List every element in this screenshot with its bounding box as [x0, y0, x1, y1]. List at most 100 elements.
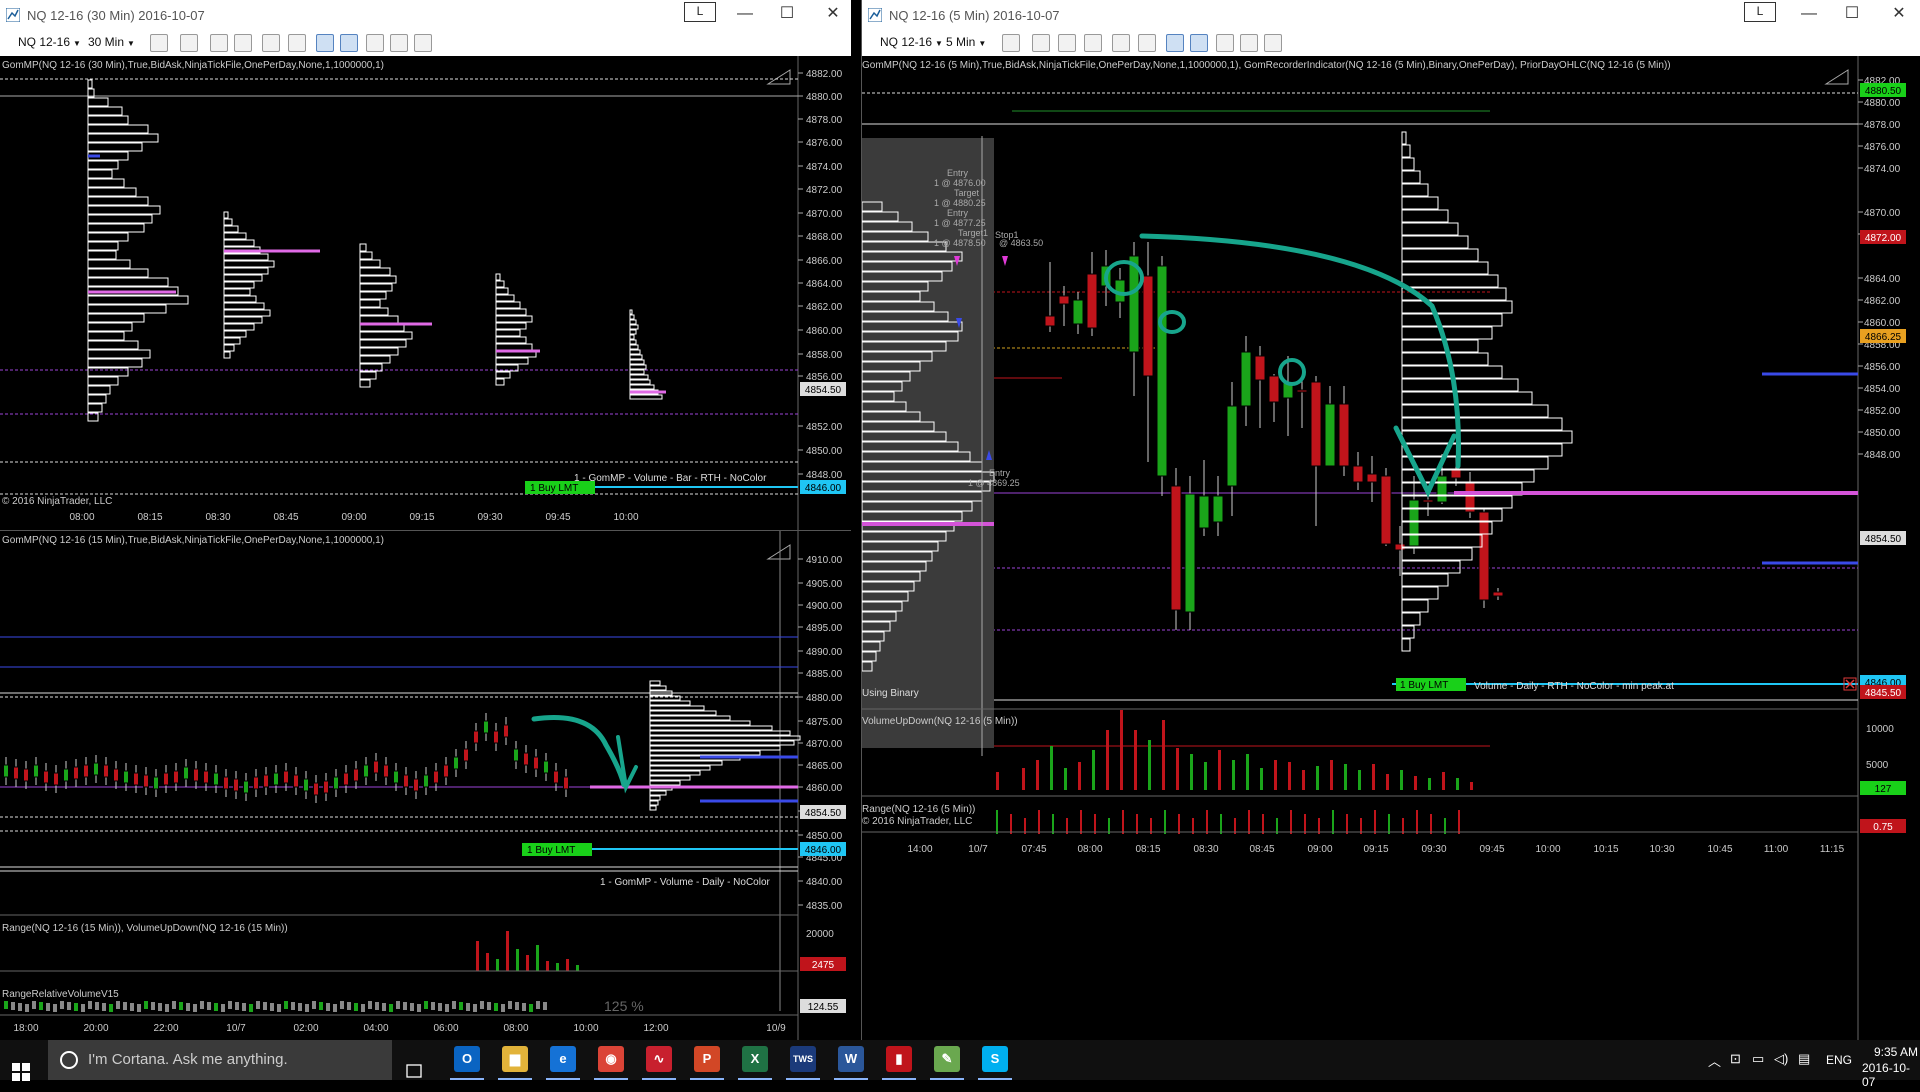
taskbar-app-excel-icon[interactable]: X: [742, 1046, 768, 1072]
chart-canvas-15min[interactable]: GomMP(NQ 12-16 (15 Min),True,BidAsk,Ninj…: [0, 531, 851, 1041]
clock-time[interactable]: 9:35 AM: [1874, 1045, 1918, 1059]
candle: [1058, 295, 1070, 305]
chart-canvas-30min[interactable]: GomMP(NQ 12-16 (30 Min),True,BidAsk,Ninj…: [0, 56, 851, 535]
eraser-icon[interactable]: [1084, 34, 1102, 52]
maximize-icon[interactable]: ☐: [1837, 3, 1867, 25]
minimize-icon[interactable]: —: [730, 3, 760, 25]
price-axis-label: 4870.00: [806, 209, 843, 220]
cursor-icon[interactable]: [1112, 34, 1130, 52]
title-bar[interactable]: NQ 12-16 (30 Min) 2016-10-07 L — ☐ ✕: [0, 0, 851, 30]
chart-area-30min[interactable]: GomMP(NQ 12-16 (30 Min),True,BidAsk,Ninj…: [0, 56, 851, 535]
price-axis-label: 4848.00: [806, 470, 843, 481]
template-icon[interactable]: [1216, 34, 1234, 52]
range-bar: [1374, 810, 1376, 834]
drawing-tool-icon[interactable]: [180, 34, 198, 52]
properties-icon[interactable]: [390, 34, 408, 52]
taskbar-app-file-explorer-icon[interactable]: ▆: [502, 1046, 528, 1072]
zoom-icon[interactable]: [1138, 34, 1156, 52]
drawing-tool-icon[interactable]: [1032, 34, 1050, 52]
taskbar-app-ninjatrader-icon[interactable]: ∿: [646, 1046, 672, 1072]
price-axis-label: 4882.00: [806, 69, 843, 80]
chart-toolbar: NQ 12-16 ▼ 30 Min ▼: [0, 30, 851, 57]
indicators-icon[interactable]: [1166, 34, 1184, 52]
chart-canvas-5min[interactable]: GomMP(NQ 12-16 (5 Min),True,BidAsk,Ninja…: [862, 56, 1920, 1040]
volume-profile-0930-row: [495, 336, 527, 344]
volume-profile-1000-row: [629, 354, 643, 360]
cursor-icon[interactable]: [262, 34, 280, 52]
taskbar-app-outlook-icon[interactable]: O: [454, 1046, 480, 1072]
brush-icon[interactable]: [1058, 34, 1076, 52]
candle: [413, 778, 419, 792]
task-view-icon[interactable]: [404, 1052, 424, 1092]
relvol-bar: [88, 1001, 92, 1009]
battery-icon[interactable]: ▭: [1752, 1051, 1764, 1067]
language-indicator[interactable]: ENG: [1826, 1053, 1852, 1067]
chart-area-5min[interactable]: GomMP(NQ 12-16 (5 Min),True,BidAsk,Ninja…: [862, 56, 1920, 1040]
volume-profile-0930-row: [495, 315, 533, 323]
volume-profile-0800-row: [87, 124, 149, 134]
taskbar-app-tws-icon[interactable]: TWS: [790, 1046, 816, 1072]
time-axis-label: 09:45: [1479, 844, 1504, 855]
system-tray: ︿ ⊡ ▭ ◁) ▤ ENG 9:35 AM 2016-10-07: [1700, 1040, 1920, 1089]
range-bar: [1010, 814, 1012, 834]
price-axis-label: 4910.00: [806, 555, 843, 566]
volume-profile-daily-row: [649, 770, 701, 776]
properties-icon[interactable]: [1240, 34, 1258, 52]
price-axis-label: 4866.00: [806, 256, 843, 267]
chart-style-icon[interactable]: [150, 34, 168, 52]
taskbar-app-edge-icon[interactable]: e: [550, 1046, 576, 1072]
close-icon[interactable]: ✕: [818, 3, 848, 25]
taskbar-app-word-icon[interactable]: W: [838, 1046, 864, 1072]
volume-profile-0930-row: [495, 308, 527, 316]
strategies-icon[interactable]: [1190, 34, 1208, 52]
volume-profile-0800-row: [87, 79, 93, 89]
strategies-icon[interactable]: [340, 34, 358, 52]
taskbar-app-skype-icon[interactable]: S: [982, 1046, 1008, 1072]
price-axis-label: 4860.00: [806, 783, 843, 794]
volume-profile-0800-row: [87, 169, 113, 179]
volume-profile-0900-row: [359, 259, 381, 268]
cortana-search-box[interactable]: I'm Cortana. Ask me anything.: [48, 1040, 392, 1080]
indicators-icon[interactable]: [316, 34, 334, 52]
taskbar-app-app-icon[interactable]: ▮: [886, 1046, 912, 1072]
instrument-selector[interactable]: NQ 12-16 ▼: [880, 35, 943, 49]
brush-icon[interactable]: [210, 34, 228, 52]
chart-area-15min[interactable]: GomMP(NQ 12-16 (15 Min),True,BidAsk,Ninj…: [0, 531, 851, 1041]
candle: [173, 770, 179, 784]
candle: [33, 764, 39, 778]
windows-start-icon[interactable]: [12, 1052, 30, 1092]
relvol-bar: [466, 1003, 470, 1011]
volume-icon[interactable]: ◁): [1774, 1051, 1788, 1067]
zoom-icon[interactable]: [288, 34, 306, 52]
eraser-icon[interactable]: [234, 34, 252, 52]
link-button[interactable]: L: [1744, 2, 1776, 22]
link-button[interactable]: L: [684, 2, 716, 22]
taskbar-app-chrome-icon[interactable]: ◉: [598, 1046, 624, 1072]
instrument-selector[interactable]: NQ 12-16 ▼: [18, 35, 81, 49]
candle: [193, 768, 199, 782]
candle: [1156, 265, 1168, 477]
taskbar-app-tool-icon[interactable]: ✎: [934, 1046, 960, 1072]
interval-selector[interactable]: 30 Min ▼: [88, 35, 135, 49]
taskbar-app-powerpoint-icon[interactable]: P: [694, 1046, 720, 1072]
price-axis-label: 4880.00: [806, 693, 843, 704]
time-axis-label: 04:00: [363, 1023, 388, 1034]
action-center-icon[interactable]: ▤: [1798, 1051, 1810, 1067]
candle: [23, 768, 29, 782]
volume-bar: [1400, 770, 1403, 790]
title-bar[interactable]: NQ 12-16 (5 Min) 2016-10-07 L — ☐ ✕: [862, 0, 1920, 30]
template-icon[interactable]: [366, 34, 384, 52]
panel-collapse-icon: [766, 544, 791, 560]
data-box-icon[interactable]: [414, 34, 432, 52]
interval-selector[interactable]: 5 Min ▼: [946, 35, 986, 49]
network-icon[interactable]: ⊡: [1730, 1051, 1741, 1067]
time-axis-label: 08:15: [1135, 844, 1160, 855]
show-hidden-icons-icon[interactable]: ︿: [1708, 1051, 1721, 1070]
data-box-icon[interactable]: [1264, 34, 1282, 52]
close-icon[interactable]: ✕: [1884, 3, 1914, 25]
current-day-profile-row: [1401, 144, 1411, 158]
minimize-icon[interactable]: —: [1794, 3, 1824, 25]
chart-style-icon[interactable]: [1002, 34, 1020, 52]
maximize-icon[interactable]: ☐: [772, 3, 802, 25]
clock-date[interactable]: 2016-10-07: [1862, 1061, 1920, 1089]
